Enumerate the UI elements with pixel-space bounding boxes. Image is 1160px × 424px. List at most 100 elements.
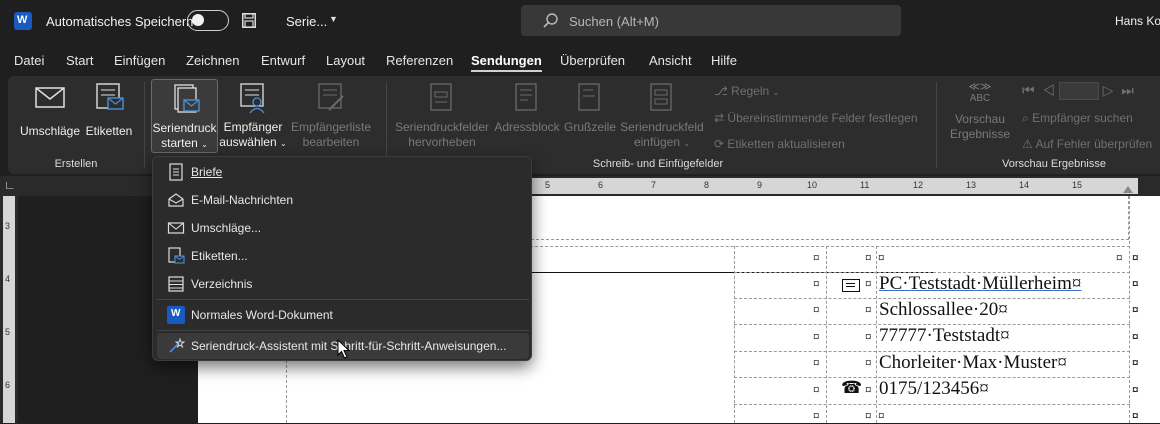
empfaengerliste-bearbeiten-button[interactable]: Empfängerliste bearbeiten bbox=[289, 80, 373, 152]
greeting-line-icon bbox=[578, 83, 600, 111]
tab-start[interactable]: Start bbox=[66, 53, 93, 68]
address-line-contact[interactable]: Chorleiter·Max·Muster¤ bbox=[879, 352, 1067, 374]
group-label-schreib: Schreib- und Einfügefelder bbox=[592, 158, 724, 170]
row-end-mark: ¤ bbox=[1132, 329, 1139, 344]
tab-einfuegen[interactable]: Einfügen bbox=[114, 53, 165, 68]
feld-label-1: Seriendruckfeld bbox=[620, 120, 704, 134]
empfaenger-suchen-button[interactable]: ⌕ Empfänger suchen bbox=[1022, 111, 1133, 126]
ruler-tick: 6 bbox=[598, 180, 604, 190]
chevron-down-icon[interactable]: ▼ bbox=[329, 14, 338, 24]
address-line-company[interactable]: PC·Teststadt·Müllerheim¤ bbox=[879, 273, 1081, 295]
felder-festlegen-button[interactable]: ⇄ Übereinstimmende Felder festlegen bbox=[714, 111, 918, 125]
save-icon[interactable] bbox=[242, 13, 256, 28]
previous-record-icon[interactable]: ◁ bbox=[1042, 82, 1055, 98]
last-record-icon[interactable]: ⏭ bbox=[1121, 82, 1134, 98]
menu-item-label: Etiketten... bbox=[191, 249, 248, 263]
tab-stop-icon[interactable]: ∟ bbox=[4, 178, 16, 192]
feld-label-2: einfügen ⌄ bbox=[633, 135, 691, 149]
menu-item-briefe[interactable]: Briefe bbox=[157, 159, 529, 185]
empfaenger-suchen-label: Empfänger suchen bbox=[1032, 111, 1133, 125]
ruler-tick: 13 bbox=[966, 180, 977, 190]
cell-mark: ¤ bbox=[813, 382, 820, 397]
seriendruckfelder-hervorheben-button[interactable]: Seriendruckfelder hervorheben bbox=[394, 80, 490, 152]
user-name[interactable]: Hans Ko bbox=[1115, 14, 1160, 28]
etiketten-aktualisieren-button[interactable]: ⟳ Etiketten aktualisieren bbox=[714, 137, 845, 151]
menu-item-umschlaege[interactable]: Umschläge... bbox=[157, 215, 529, 241]
auf-fehler-label: Auf Fehler überprüfen bbox=[1035, 137, 1153, 151]
regeln-button[interactable]: ⎇ Regeln ⌄ bbox=[714, 84, 779, 98]
chevron-down-icon: ⌄ bbox=[772, 88, 780, 97]
adressblock-button[interactable]: Adressblock bbox=[492, 80, 562, 152]
tab-layout[interactable]: Layout bbox=[326, 53, 365, 68]
row-end-mark: ¤ bbox=[1132, 250, 1139, 265]
ruler-tick: 5 bbox=[5, 327, 11, 337]
etiketten-button[interactable]: Etiketten bbox=[84, 80, 134, 150]
grusszeile-button[interactable]: Grußzeile bbox=[562, 80, 618, 152]
chevron-down-icon: ⌄ bbox=[280, 139, 287, 148]
row-end-mark: ¤ bbox=[1132, 408, 1139, 423]
vertical-ruler[interactable]: 3 4 5 6 bbox=[0, 196, 18, 423]
mouse-cursor-icon bbox=[337, 339, 351, 359]
table-row-line bbox=[734, 404, 1130, 405]
recipients-icon bbox=[240, 83, 265, 114]
cell-mark: ¤ bbox=[865, 355, 872, 370]
address-line-city[interactable]: 77777·Teststadt¤ bbox=[879, 325, 1010, 347]
tab-ansicht[interactable]: Ansicht bbox=[649, 53, 692, 68]
empfaenger-auswaehlen-button[interactable]: Empfänger auswählen ⌄ bbox=[219, 80, 287, 152]
table-top-line bbox=[530, 246, 1130, 247]
record-number-input[interactable] bbox=[1058, 82, 1099, 101]
tab-hilfe[interactable]: Hilfe bbox=[711, 53, 737, 68]
email-icon bbox=[168, 193, 184, 207]
seriendruckfeld-einfuegen-button[interactable]: Seriendruckfeld einfügen ⌄ bbox=[618, 80, 706, 152]
search-input[interactable]: Suchen (Alt+M) bbox=[569, 14, 659, 29]
mail-merge-documents-icon bbox=[173, 84, 200, 113]
phone-icon: ☎ bbox=[841, 378, 863, 397]
menu-item-verzeichnis[interactable]: Verzeichnis bbox=[157, 271, 529, 297]
group-separator bbox=[936, 82, 937, 168]
cell-mark: ¤ bbox=[813, 329, 820, 344]
ruler-tick: 4 bbox=[5, 274, 11, 284]
right-indent-marker[interactable] bbox=[1123, 186, 1133, 193]
cell-mark: ¤ bbox=[878, 250, 885, 265]
tab-sendungen[interactable]: Sendungen bbox=[471, 53, 542, 72]
cell-mark: ¤ bbox=[865, 329, 872, 344]
empfaengerliste-label-2: bearbeiten bbox=[302, 135, 360, 149]
tab-datei[interactable]: Datei bbox=[14, 53, 44, 68]
tab-referenzen[interactable]: Referenzen bbox=[386, 53, 453, 68]
autosave-toggle[interactable] bbox=[187, 10, 229, 31]
menu-item-label: Umschläge... bbox=[191, 221, 262, 235]
menu-item-label: Briefe bbox=[191, 165, 223, 179]
tab-entwurf[interactable]: Entwurf bbox=[261, 53, 305, 68]
menu-item-normales-dokument[interactable]: W Normales Word-Dokument bbox=[157, 302, 529, 328]
match-fields-icon: ⇄ bbox=[714, 111, 725, 125]
menu-item-label: Normales Word-Dokument bbox=[191, 308, 333, 322]
menu-item-etiketten[interactable]: Etiketten... bbox=[157, 243, 529, 269]
chevron-down-icon: ⌄ bbox=[201, 140, 208, 149]
menu-item-label: E-Mail-Nachrichten bbox=[191, 193, 294, 207]
menu-item-email[interactable]: E-Mail-Nachrichten bbox=[157, 187, 529, 213]
cell-mark: ¤ bbox=[878, 408, 885, 423]
empfaengerliste-label-1: Empfängerliste bbox=[290, 120, 372, 134]
row-end-mark: ¤ bbox=[1132, 302, 1139, 317]
vorschau-label-2: Ergebnisse bbox=[949, 127, 1011, 141]
record-navigation: ⏮ ◁ ▷ ⏭ bbox=[1022, 82, 1134, 101]
tab-ueberpruefen[interactable]: Überprüfen bbox=[560, 53, 625, 68]
seriendruck-starten-button[interactable]: Seriendruck starten ⌄ bbox=[151, 79, 218, 153]
umschlaege-button[interactable]: Umschläge bbox=[16, 80, 84, 150]
labels-icon bbox=[168, 247, 185, 264]
first-record-icon[interactable]: ⏮ bbox=[1022, 82, 1035, 98]
hervorheben-label-2: hervorheben bbox=[408, 135, 476, 149]
address-line-street[interactable]: Schlossallee·20¤ bbox=[879, 299, 1008, 321]
auf-fehler-ueberpruefen-button[interactable]: ⚠ Auf Fehler überprüfen bbox=[1022, 137, 1152, 151]
ruler-tick: 11 bbox=[860, 180, 870, 190]
search-box[interactable]: Suchen (Alt+M) bbox=[521, 5, 901, 36]
menu-separator bbox=[157, 330, 529, 331]
tab-zeichnen[interactable]: Zeichnen bbox=[186, 53, 239, 68]
next-record-icon[interactable]: ▷ bbox=[1103, 82, 1114, 98]
empfaenger-label-2: auswählen ⌄ bbox=[219, 135, 287, 149]
address-line-phone[interactable]: 0175/123456¤ bbox=[879, 378, 989, 400]
labels-icon bbox=[96, 83, 124, 110]
document-title[interactable]: Serie... bbox=[286, 14, 327, 29]
vorschau-ergebnisse-button[interactable]: ≪≫ ABC Vorschau Ergebnisse bbox=[942, 82, 1018, 154]
cell-mark: ¤ bbox=[865, 250, 872, 265]
